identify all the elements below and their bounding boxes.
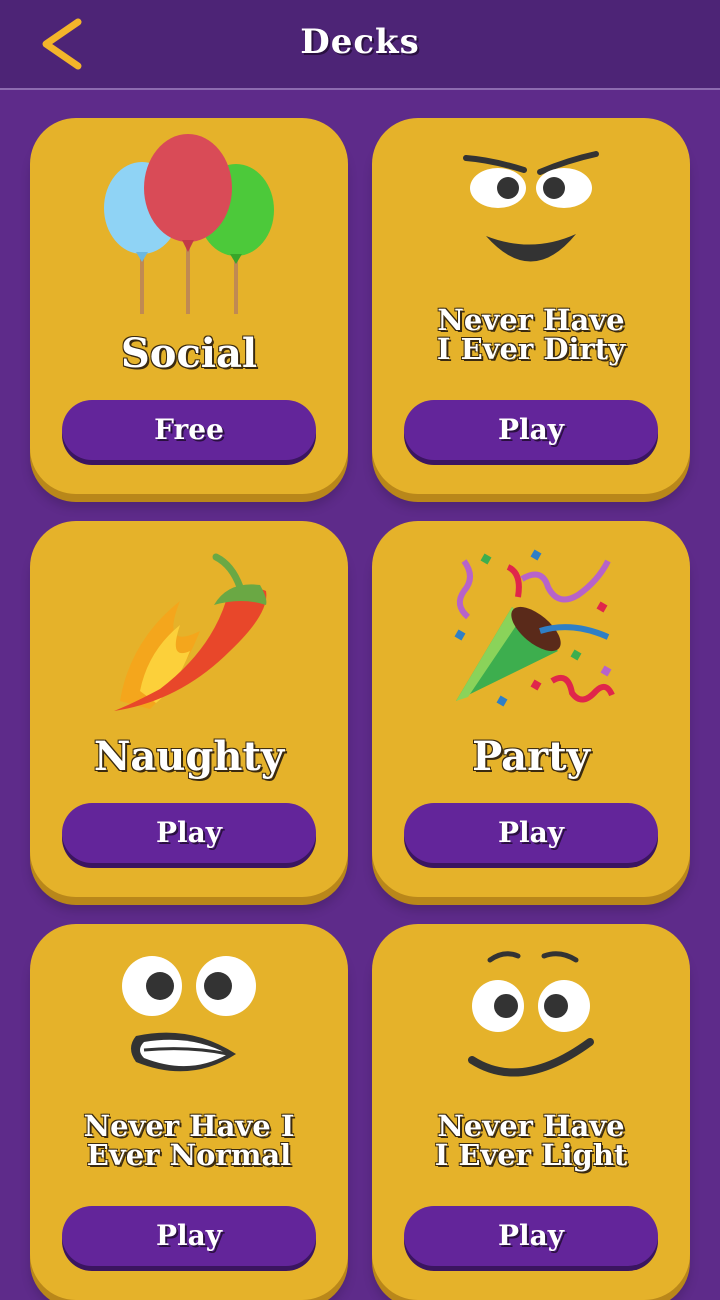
deck-card-naughty[interactable]: Naughty Play: [30, 521, 348, 897]
top-bar: Decks: [0, 0, 720, 90]
party-popper-icon: [454, 549, 615, 707]
deck-name-line1: Never Have: [437, 1109, 625, 1143]
deck-card-dirty[interactable]: Never Have I Ever Dirty Play: [372, 118, 690, 494]
play-button[interactable]: Play: [62, 803, 316, 863]
deck-card-light[interactable]: Never Have I Ever Light Play: [372, 924, 690, 1300]
balloons-icon: [104, 134, 274, 314]
deck-card-normal[interactable]: Never Have I Ever Normal Play: [30, 924, 348, 1300]
play-button[interactable]: Play: [404, 400, 658, 460]
deck-name-line1: Never Have: [437, 303, 625, 337]
deck-name: Never Have I Ever Normal: [40, 1112, 338, 1170]
play-button[interactable]: Play: [404, 1206, 658, 1266]
deck-name: Never Have I Ever Light: [382, 1112, 680, 1170]
deck-card-social[interactable]: Social Free: [30, 118, 348, 494]
deck-name-line1: Never Have I: [83, 1109, 295, 1143]
play-button[interactable]: Play: [62, 1206, 316, 1266]
page-title: Decks: [300, 22, 420, 62]
deck-name: Social: [120, 330, 258, 377]
deck-name: Naughty: [93, 733, 285, 780]
free-button[interactable]: Free: [62, 400, 316, 460]
deck-name: Party: [472, 733, 590, 780]
deck-name-line2: I Ever Light: [434, 1138, 628, 1172]
play-button[interactable]: Play: [404, 803, 658, 863]
deck-card-party[interactable]: Party Play: [372, 521, 690, 897]
deck-name-line2: I Ever Dirty: [436, 332, 626, 366]
hot-pepper-icon: [114, 553, 267, 711]
deck-name-line2: Ever Normal: [86, 1138, 292, 1172]
deck-name: Never Have I Ever Dirty: [382, 306, 680, 364]
